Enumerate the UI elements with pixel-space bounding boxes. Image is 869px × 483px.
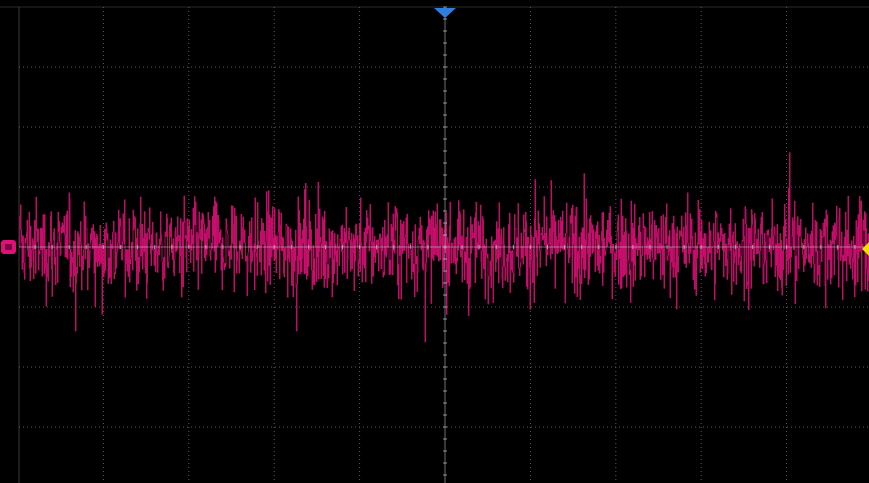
- channel-offset-marker-icon[interactable]: [1, 240, 16, 254]
- waveform-screen[interactable]: [0, 0, 869, 483]
- oscilloscope-display[interactable]: [0, 0, 869, 483]
